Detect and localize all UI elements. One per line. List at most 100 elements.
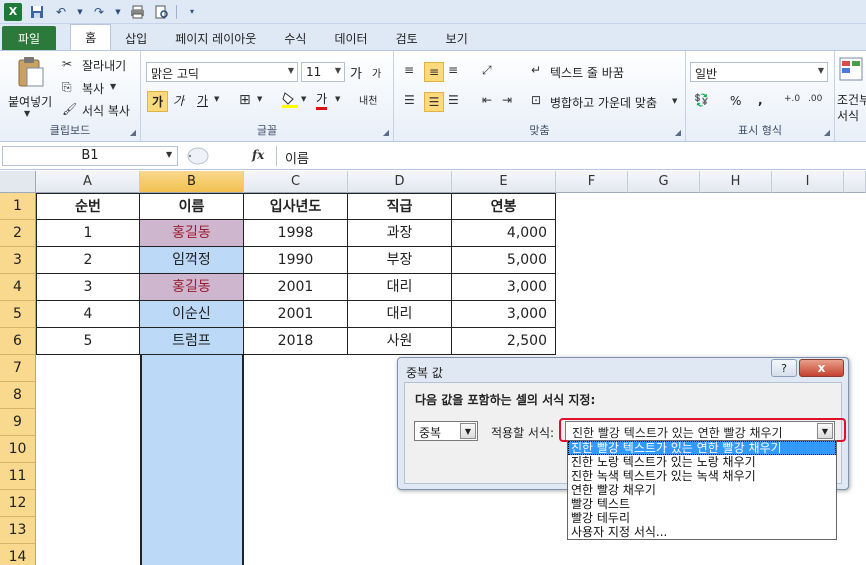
row-header-7[interactable]: 7 <box>0 355 36 382</box>
fill-color-dropdown-icon[interactable]: ▼ <box>301 95 306 103</box>
format-option-custom[interactable]: 사용자 지정 서식... <box>568 525 836 539</box>
increase-decimal-icon[interactable]: +.0 <box>784 94 800 104</box>
align-right-icon[interactable]: ☰ <box>448 93 459 107</box>
clipboard-launcher-icon[interactable]: ◢ <box>130 128 136 137</box>
redo-dropdown-icon[interactable]: ▼ <box>114 3 122 21</box>
cell-C6[interactable]: 2018 <box>244 328 348 355</box>
row-header-4[interactable]: 4 <box>0 274 36 301</box>
cell-C5[interactable]: 2001 <box>244 301 348 328</box>
row-header-5[interactable]: 5 <box>0 301 36 328</box>
borders-dropdown-icon[interactable]: ▼ <box>257 95 262 103</box>
col-header-C[interactable]: C <box>244 171 348 193</box>
row-header-6[interactable]: 6 <box>0 328 36 355</box>
dialog-help-button[interactable]: ? <box>771 359 797 377</box>
cell-E5[interactable]: 3,000 <box>452 301 556 328</box>
cell-B2[interactable]: 홍길동 <box>140 220 244 247</box>
cell-D3[interactable]: 부장 <box>348 247 452 274</box>
cut-icon[interactable]: ✂ <box>62 57 72 71</box>
cell-A6[interactable]: 5 <box>36 328 140 355</box>
cell-E4[interactable]: 3,000 <box>452 274 556 301</box>
format-option-light-red-fill-dark-red-text[interactable]: 진한 빨강 텍스트가 있는 연한 빨강 채우기 <box>568 441 836 455</box>
percent-button[interactable]: % <box>730 94 741 108</box>
insert-function-icon[interactable]: fx <box>252 148 264 162</box>
cell-B4[interactable]: 홍길동 <box>140 274 244 301</box>
tab-view[interactable]: 보기 <box>432 26 482 50</box>
cell-C4[interactable]: 2001 <box>244 274 348 301</box>
row-header-3[interactable]: 3 <box>0 247 36 274</box>
formula-input[interactable]: 이름 <box>276 146 864 167</box>
print-preview-icon[interactable] <box>152 3 170 21</box>
cell-A5[interactable]: 4 <box>36 301 140 328</box>
cell-E3[interactable]: 5,000 <box>452 247 556 274</box>
col-header-H[interactable]: H <box>700 171 772 193</box>
phonetic-button[interactable]: 내천 <box>359 92 377 107</box>
paste-dropdown-icon[interactable]: ▼ <box>24 109 30 118</box>
fill-color-icon[interactable] <box>281 90 299 108</box>
number-launcher-icon[interactable]: ◢ <box>824 128 830 137</box>
print-icon[interactable] <box>128 3 146 21</box>
col-header-G[interactable]: G <box>628 171 700 193</box>
cut-button[interactable]: 잘라내기 <box>82 57 126 74</box>
col-header-B[interactable]: B <box>140 171 244 193</box>
format-option-light-red-fill[interactable]: 연한 빨강 채우기 <box>568 483 836 497</box>
number-format-dropdown-icon[interactable]: ▼ <box>818 66 824 75</box>
conditional-formatting-icon[interactable] <box>839 57 863 81</box>
format-painter-button[interactable]: 서식 복사 <box>82 102 130 119</box>
alignment-launcher-icon[interactable]: ◢ <box>675 128 681 137</box>
conditional-formatting-button[interactable]: 조건부 <box>837 91 866 108</box>
font-color-button[interactable]: 가 <box>316 90 328 110</box>
row-header-9[interactable]: 9 <box>0 409 36 436</box>
cell-A2[interactable]: 1 <box>36 220 140 247</box>
format-option-green-fill-dark-green-text[interactable]: 진한 녹색 텍스트가 있는 녹색 채우기 <box>568 469 836 483</box>
font-launcher-icon[interactable]: ◢ <box>383 128 389 137</box>
duplicate-type-select[interactable]: 중복 ▼ <box>414 421 478 441</box>
cell-A1[interactable]: 순번 <box>36 193 140 220</box>
col-header-A[interactable]: A <box>36 171 140 193</box>
select-all-corner[interactable] <box>0 171 36 193</box>
font-name-combo[interactable]: 맑은 고딕 ▼ <box>146 62 298 82</box>
format-option-yellow-fill-dark-yellow-text[interactable]: 진한 노랑 텍스트가 있는 노랑 채우기 <box>568 455 836 469</box>
italic-button[interactable]: 가 <box>173 92 184 109</box>
bold-button[interactable]: 가 <box>147 91 169 112</box>
cell-B6[interactable]: 트럼프 <box>140 328 244 355</box>
accounting-format-icon[interactable]: 💱 <box>694 93 709 107</box>
col-header-I[interactable]: I <box>772 171 844 193</box>
tab-formulas[interactable]: 수식 <box>270 26 320 50</box>
save-icon[interactable] <box>28 3 46 21</box>
cell-C2[interactable]: 1998 <box>244 220 348 247</box>
cell-D4[interactable]: 대리 <box>348 274 452 301</box>
dialog-close-button[interactable]: x <box>799 359 844 377</box>
merge-center-dropdown-icon[interactable]: ▼ <box>672 97 677 105</box>
cell-A4[interactable]: 3 <box>36 274 140 301</box>
paste-button[interactable]: 붙여넣기 <box>8 93 52 110</box>
tab-data[interactable]: 데이터 <box>320 26 381 50</box>
align-bottom-icon[interactable]: ≡ <box>448 63 458 77</box>
borders-icon[interactable]: ⊞ <box>239 92 251 108</box>
row-header-10[interactable]: 10 <box>0 436 36 463</box>
tab-file[interactable]: 파일 <box>2 26 57 50</box>
col-header-F[interactable]: F <box>556 171 628 193</box>
cell-D5[interactable]: 대리 <box>348 301 452 328</box>
cell-B3[interactable]: 임꺽정 <box>140 247 244 274</box>
tab-page-layout[interactable]: 페이지 레이아웃 <box>161 26 270 50</box>
decrease-indent-icon[interactable]: ⇤ <box>482 93 492 107</box>
cell-C3[interactable]: 1990 <box>244 247 348 274</box>
redo-icon[interactable]: ↷ <box>90 3 108 21</box>
orientation-icon[interactable]: ⤢ <box>482 63 492 78</box>
merge-center-icon[interactable]: ⊡ <box>531 93 541 107</box>
cell-E2[interactable]: 4,000 <box>452 220 556 247</box>
underline-button[interactable]: 가 <box>197 92 208 109</box>
cell-B5[interactable]: 이순신 <box>140 301 244 328</box>
comma-button[interactable]: , <box>758 93 763 107</box>
cell-D6[interactable]: 사원 <box>348 328 452 355</box>
decrease-decimal-icon[interactable]: .00 <box>808 94 822 104</box>
paste-icon[interactable] <box>14 55 48 89</box>
format-option-red-border[interactable]: 빨강 테두리 <box>568 511 836 525</box>
row-header-2[interactable]: 2 <box>0 220 36 247</box>
undo-icon[interactable]: ↶ <box>52 3 70 21</box>
align-left-icon[interactable]: ☰ <box>404 93 415 107</box>
number-format-combo[interactable]: 일반 ▼ <box>690 62 828 82</box>
customize-qat-icon[interactable]: ▾ <box>183 3 201 21</box>
format-painter-icon[interactable]: 🖌 <box>62 102 77 116</box>
copy-dropdown-icon[interactable]: ▼ <box>110 82 116 91</box>
